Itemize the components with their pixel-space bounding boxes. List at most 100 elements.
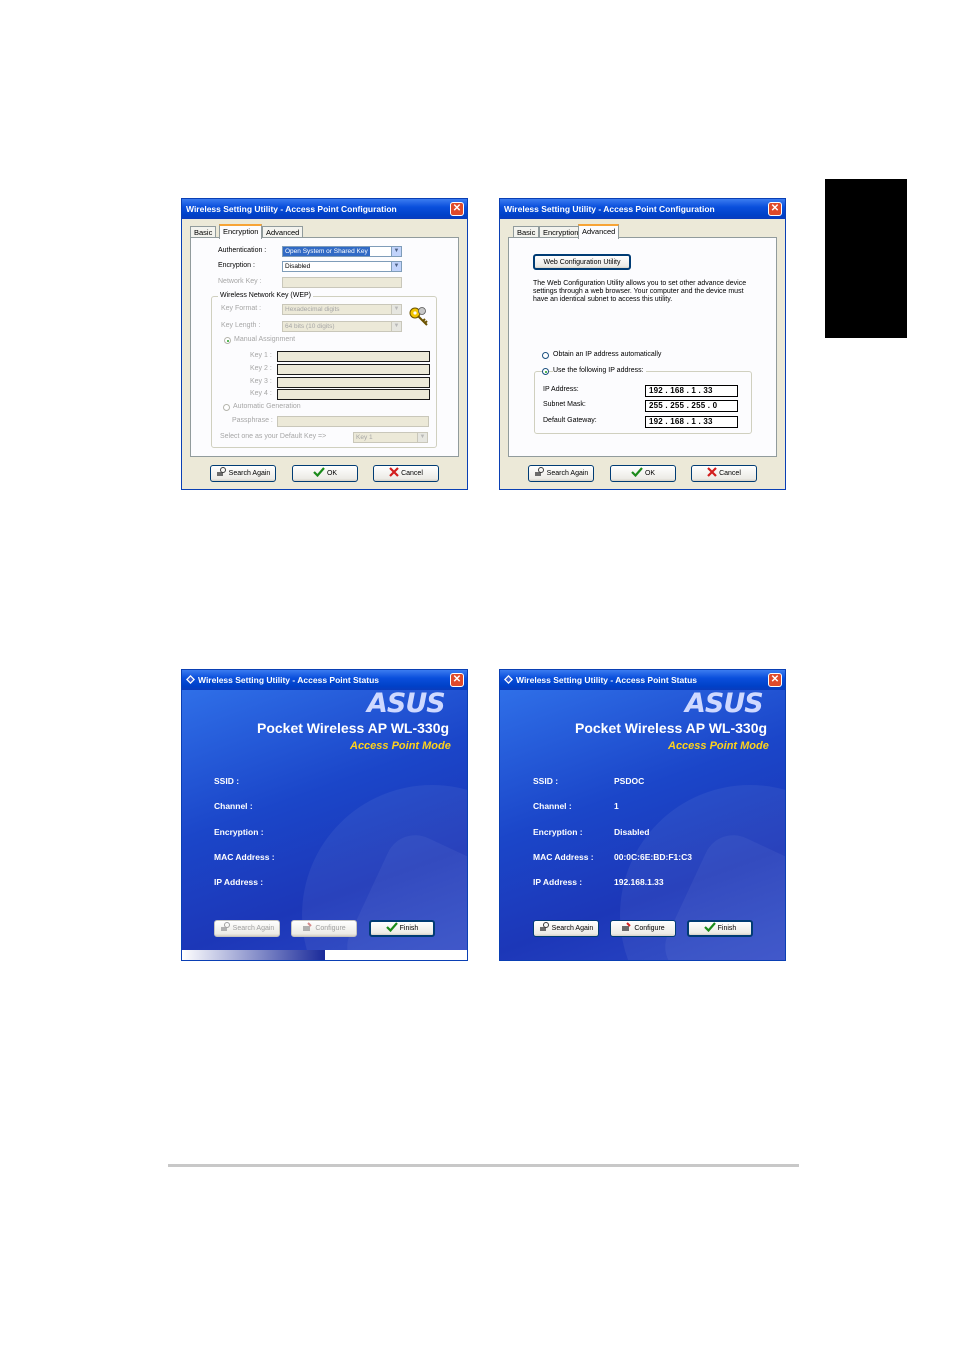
ssid-value: PSDOC (614, 776, 645, 786)
network-key-input[interactable] (282, 277, 402, 288)
chevron-down-icon[interactable]: ▼ (391, 305, 401, 314)
tab-encryption[interactable]: Encryption (219, 224, 263, 239)
keys-icon (409, 307, 428, 326)
web-config-label: Web Configuration Utility (543, 259, 621, 266)
key-format-value: Hexadecimal digits (285, 306, 340, 313)
ip-address-value: 192.168.1.33 (614, 877, 664, 887)
chevron-down-icon[interactable]: ▼ (391, 262, 401, 271)
configure-icon (302, 922, 313, 938)
status-found-dialog: Wireless Setting Utility - Access Point … (499, 669, 786, 961)
window-title: Wireless Setting Utility - Access Point … (504, 204, 715, 214)
close-button[interactable]: ✕ (768, 202, 782, 216)
encryption-label: Encryption : (214, 827, 264, 837)
title-bar[interactable]: Wireless Setting Utility - Access Point … (182, 670, 467, 690)
chevron-down-icon[interactable]: ▼ (391, 322, 401, 331)
search-again-button[interactable]: Search Again (214, 920, 280, 937)
key1-input[interactable] (277, 351, 430, 362)
ip-address-label: IP Address: (543, 386, 579, 393)
search-again-icon (539, 922, 550, 938)
ip-address-label: IP Address : (533, 877, 583, 887)
search-again-label: Search Again (551, 925, 594, 932)
use-following-ip-radio[interactable] (542, 368, 549, 375)
default-key-value: Key 1 (356, 434, 373, 441)
finish-label: Finish (399, 925, 419, 932)
key-length-value: 64 bits (10 digits) (285, 323, 335, 330)
mac-address-value: 00:0C:6E:BD:F1:C3 (614, 852, 692, 862)
automatic-generation-radio[interactable] (223, 404, 230, 411)
encryption-select[interactable]: Disabled ▼ (282, 261, 402, 272)
key3-label: Key 3 : (250, 378, 272, 385)
key-length-label: Key Length : (221, 322, 261, 329)
key3-input[interactable] (277, 377, 430, 388)
default-gateway-input[interactable]: 192 . 168 . 1 . 33 (645, 416, 738, 428)
default-key-label: Select one as your Default Key => (220, 433, 327, 440)
title-bar[interactable]: Wireless Setting Utility - Access Point … (500, 199, 785, 219)
config-encryption-dialog: Wireless Setting Utility - Access Point … (181, 198, 468, 490)
configure-icon (621, 922, 632, 938)
ok-button[interactable]: OK (610, 465, 676, 482)
key4-input[interactable] (277, 389, 430, 400)
channel-value: 1 (614, 801, 619, 811)
default-key-select[interactable]: Key 1 ▼ (353, 432, 428, 443)
web-configuration-utility-button[interactable]: Web Configuration Utility (533, 254, 631, 270)
obtain-ip-auto-radio[interactable] (542, 352, 549, 359)
ssid-label: SSID : (214, 776, 240, 786)
description-line-1: The Web Configuration Utility allows you… (533, 280, 747, 287)
status-scanning-dialog: Wireless Setting Utility - Access Point … (181, 669, 468, 961)
authentication-value: Open System or Shared Key (283, 247, 370, 256)
wep-group-title: Wireless Network Key (WEP) (218, 292, 314, 299)
search-again-icon (220, 922, 231, 938)
search-again-label: Search Again (232, 925, 275, 932)
cancel-label: Cancel (401, 470, 423, 477)
chevron-down-icon[interactable]: ▼ (417, 433, 427, 442)
search-again-button[interactable]: Search Again (210, 465, 276, 482)
close-icon: ✕ (770, 203, 780, 214)
search-again-button[interactable]: Search Again (533, 920, 599, 937)
scan-progress-bar (182, 950, 467, 960)
close-button[interactable]: ✕ (768, 673, 782, 687)
mode-label: Access Point Mode (668, 740, 769, 752)
configure-button[interactable]: Configure (291, 920, 357, 937)
product-name: Pocket Wireless AP WL-330g (257, 720, 450, 736)
ssid-label: SSID : (533, 776, 559, 786)
close-button[interactable]: ✕ (450, 202, 464, 216)
product-name: Pocket Wireless AP WL-330g (575, 720, 768, 736)
subnet-mask-input[interactable]: 255 . 255 . 255 . 0 (645, 400, 738, 412)
key2-input[interactable] (277, 364, 430, 375)
finish-button[interactable]: Finish (369, 920, 435, 937)
passphrase-label: Passphrase : (232, 417, 273, 424)
cancel-button[interactable]: Cancel (691, 465, 757, 482)
ip-address-label: IP Address : (214, 877, 264, 887)
configure-label: Configure (315, 925, 346, 932)
use-following-ip-label: Use the following IP address: (553, 367, 646, 374)
passphrase-input[interactable] (277, 416, 429, 427)
ok-label: OK (326, 470, 338, 477)
channel-label: Channel : (533, 801, 572, 811)
ok-button[interactable]: OK (292, 465, 358, 482)
window-title: Wireless Setting Utility - Access Point … (516, 675, 697, 685)
chevron-down-icon[interactable]: ▼ (391, 247, 401, 256)
config-advanced-dialog: Wireless Setting Utility - Access Point … (499, 198, 786, 490)
authentication-select[interactable]: Open System or Shared Key ▼ (282, 246, 402, 257)
search-again-button[interactable]: Search Again (528, 465, 594, 482)
key2-label: Key 2 : (250, 365, 272, 372)
search-again-label: Search Again (228, 470, 271, 477)
default-gateway-label: Default Gateway: (543, 417, 597, 424)
title-bar[interactable]: Wireless Setting Utility - Access Point … (500, 670, 785, 690)
manual-assignment-label: Manual Assignment (234, 336, 296, 343)
status-panel: ASUS Pocket Wireless AP WL-330g Access P… (500, 690, 785, 960)
ip-address-input[interactable]: 192 . 168 . 1 . 33 (645, 385, 738, 397)
cross-icon (389, 467, 399, 483)
finish-button[interactable]: Finish (687, 920, 753, 937)
key1-label: Key 1 : (250, 352, 272, 359)
manual-assignment-radio[interactable] (224, 337, 231, 344)
configure-button[interactable]: Configure (610, 920, 676, 937)
close-icon: ✕ (452, 203, 462, 214)
close-button[interactable]: ✕ (450, 673, 464, 687)
key-length-select[interactable]: 64 bits (10 digits) ▼ (282, 321, 402, 332)
tab-advanced[interactable]: Advanced (578, 224, 620, 239)
key-format-select[interactable]: Hexadecimal digits ▼ (282, 304, 402, 315)
title-bar[interactable]: Wireless Setting Utility - Access Point … (182, 199, 467, 219)
description-line-2: settings through a web browser. Your com… (533, 288, 744, 295)
cancel-button[interactable]: Cancel (373, 465, 439, 482)
